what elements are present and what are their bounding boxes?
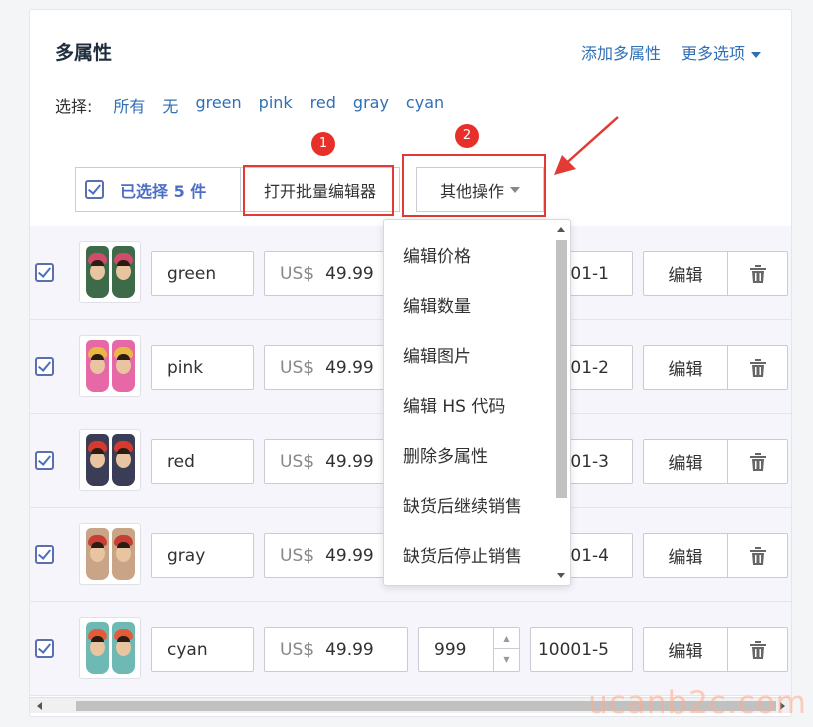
- variant-name-input[interactable]: pink: [151, 345, 254, 390]
- row-checkbox[interactable]: [35, 451, 54, 470]
- price-value: 49.99: [325, 263, 374, 284]
- menu-item-edit-hs-code[interactable]: 编辑 HS 代码: [403, 392, 505, 417]
- delete-button[interactable]: [727, 439, 788, 484]
- variant-image[interactable]: [79, 617, 141, 679]
- sku-input[interactable]: 10001-5: [530, 627, 633, 672]
- watermark: ucanb2c.com: [588, 685, 807, 721]
- sock-image-right: [111, 246, 135, 298]
- sock-image-left: [85, 528, 109, 580]
- scroll-down-icon[interactable]: [557, 573, 565, 578]
- menu-item-stop-selling[interactable]: 缺货后停止销售: [403, 542, 522, 567]
- menu-item-edit-images[interactable]: 编辑图片: [403, 342, 471, 367]
- quantity-value: 999: [434, 639, 467, 660]
- sock-image-right: [111, 340, 135, 392]
- select-label: 选择:: [55, 97, 93, 116]
- menu-item-edit-price[interactable]: 编辑价格: [403, 242, 471, 267]
- menu-scrollbar[interactable]: [556, 240, 567, 498]
- select-all-link[interactable]: 所有: [113, 93, 145, 117]
- edit-button[interactable]: 编辑: [643, 251, 727, 296]
- variant-name-input[interactable]: cyan: [151, 627, 254, 672]
- edit-button[interactable]: 编辑: [643, 533, 727, 578]
- sock-image-left: [85, 340, 109, 392]
- more-options-label: 更多选项: [680, 44, 745, 63]
- sock-image-left: [85, 434, 109, 486]
- scroll-up-icon[interactable]: [557, 227, 565, 232]
- chevron-down-icon: [751, 51, 761, 58]
- price-input[interactable]: US$ 49.99: [264, 627, 408, 672]
- scroll-left-icon[interactable]: [37, 702, 42, 710]
- sock-image-left: [85, 622, 109, 674]
- sku-value: 10001-5: [537, 639, 609, 660]
- row-checkbox[interactable]: [35, 639, 54, 658]
- sock-image-right: [111, 622, 135, 674]
- select-green-link[interactable]: green: [195, 93, 241, 117]
- delete-button[interactable]: [727, 251, 788, 296]
- trash-icon: [749, 452, 766, 471]
- variant-image[interactable]: [79, 241, 141, 303]
- row-checkbox[interactable]: [35, 357, 54, 376]
- select-all-checkbox[interactable]: [85, 180, 104, 199]
- quantity-stepper[interactable]: 999 ▲ ▼: [418, 627, 520, 672]
- trash-icon: [749, 358, 766, 377]
- variant-image[interactable]: [79, 335, 141, 397]
- annotation-badge-2: 2: [455, 124, 479, 148]
- menu-item-continue-selling[interactable]: 缺货后继续销售: [403, 492, 522, 517]
- quantity-spinner: ▲ ▼: [493, 628, 519, 671]
- edit-button[interactable]: 编辑: [643, 439, 727, 484]
- highlight-open-editor: [243, 165, 394, 216]
- trash-icon: [749, 640, 766, 659]
- price-value: 49.99: [325, 451, 374, 472]
- variant-image[interactable]: [79, 523, 141, 585]
- highlight-other-operations: [402, 154, 546, 217]
- section-title: 多属性: [55, 42, 113, 64]
- row-checkbox[interactable]: [35, 263, 54, 282]
- select-filter-row: 选择: 所有 无 green pink red gray cyan: [55, 93, 444, 117]
- other-operations-menu: 编辑价格 编辑数量 编辑图片 编辑 HS 代码 删除多属性 缺货后继续销售 缺货…: [383, 219, 571, 586]
- trash-icon: [749, 546, 766, 565]
- more-options-link[interactable]: 更多选项: [681, 40, 761, 64]
- currency-label: US$: [280, 357, 315, 378]
- annotation-arrow-icon: [554, 116, 619, 175]
- trash-icon: [749, 264, 766, 283]
- add-variants-link[interactable]: 添加多属性: [581, 40, 661, 64]
- edit-button[interactable]: 编辑: [643, 345, 727, 390]
- select-none-link[interactable]: 无: [162, 93, 178, 117]
- select-red-link[interactable]: red: [310, 93, 336, 117]
- currency-label: US$: [280, 545, 315, 566]
- increment-button[interactable]: ▲: [494, 628, 519, 649]
- selected-count-text: 已选择 5 件: [120, 181, 207, 201]
- delete-button[interactable]: [727, 627, 788, 672]
- variant-name-input[interactable]: red: [151, 439, 254, 484]
- decrement-button[interactable]: ▼: [494, 649, 519, 670]
- sock-image-left: [85, 246, 109, 298]
- row-checkbox[interactable]: [35, 545, 54, 564]
- price-value: 49.99: [325, 545, 374, 566]
- header-links: 添加多属性 更多选项: [581, 40, 761, 64]
- select-cyan-link[interactable]: cyan: [406, 93, 444, 117]
- annotation-badge-1: 1: [311, 132, 335, 156]
- edit-button[interactable]: 编辑: [643, 627, 727, 672]
- variant-name-input[interactable]: green: [151, 251, 254, 296]
- menu-item-edit-quantity[interactable]: 编辑数量: [403, 292, 471, 317]
- price-value: 49.99: [325, 639, 374, 660]
- selected-count-box[interactable]: 已选择 5 件: [75, 167, 240, 212]
- currency-label: US$: [280, 263, 315, 284]
- price-value: 49.99: [325, 357, 374, 378]
- select-gray-link[interactable]: gray: [353, 93, 389, 117]
- currency-label: US$: [280, 639, 315, 660]
- variant-name-input[interactable]: gray: [151, 533, 254, 578]
- variant-image[interactable]: [79, 429, 141, 491]
- sock-image-right: [111, 528, 135, 580]
- menu-item-delete-variants[interactable]: 删除多属性: [403, 442, 488, 467]
- currency-label: US$: [280, 451, 315, 472]
- delete-button[interactable]: [727, 345, 788, 390]
- delete-button[interactable]: [727, 533, 788, 578]
- select-pink-link[interactable]: pink: [259, 93, 293, 117]
- sock-image-right: [111, 434, 135, 486]
- variant-row: cyan US$ 49.99 999 ▲ ▼ 10001-5 编辑: [30, 602, 791, 696]
